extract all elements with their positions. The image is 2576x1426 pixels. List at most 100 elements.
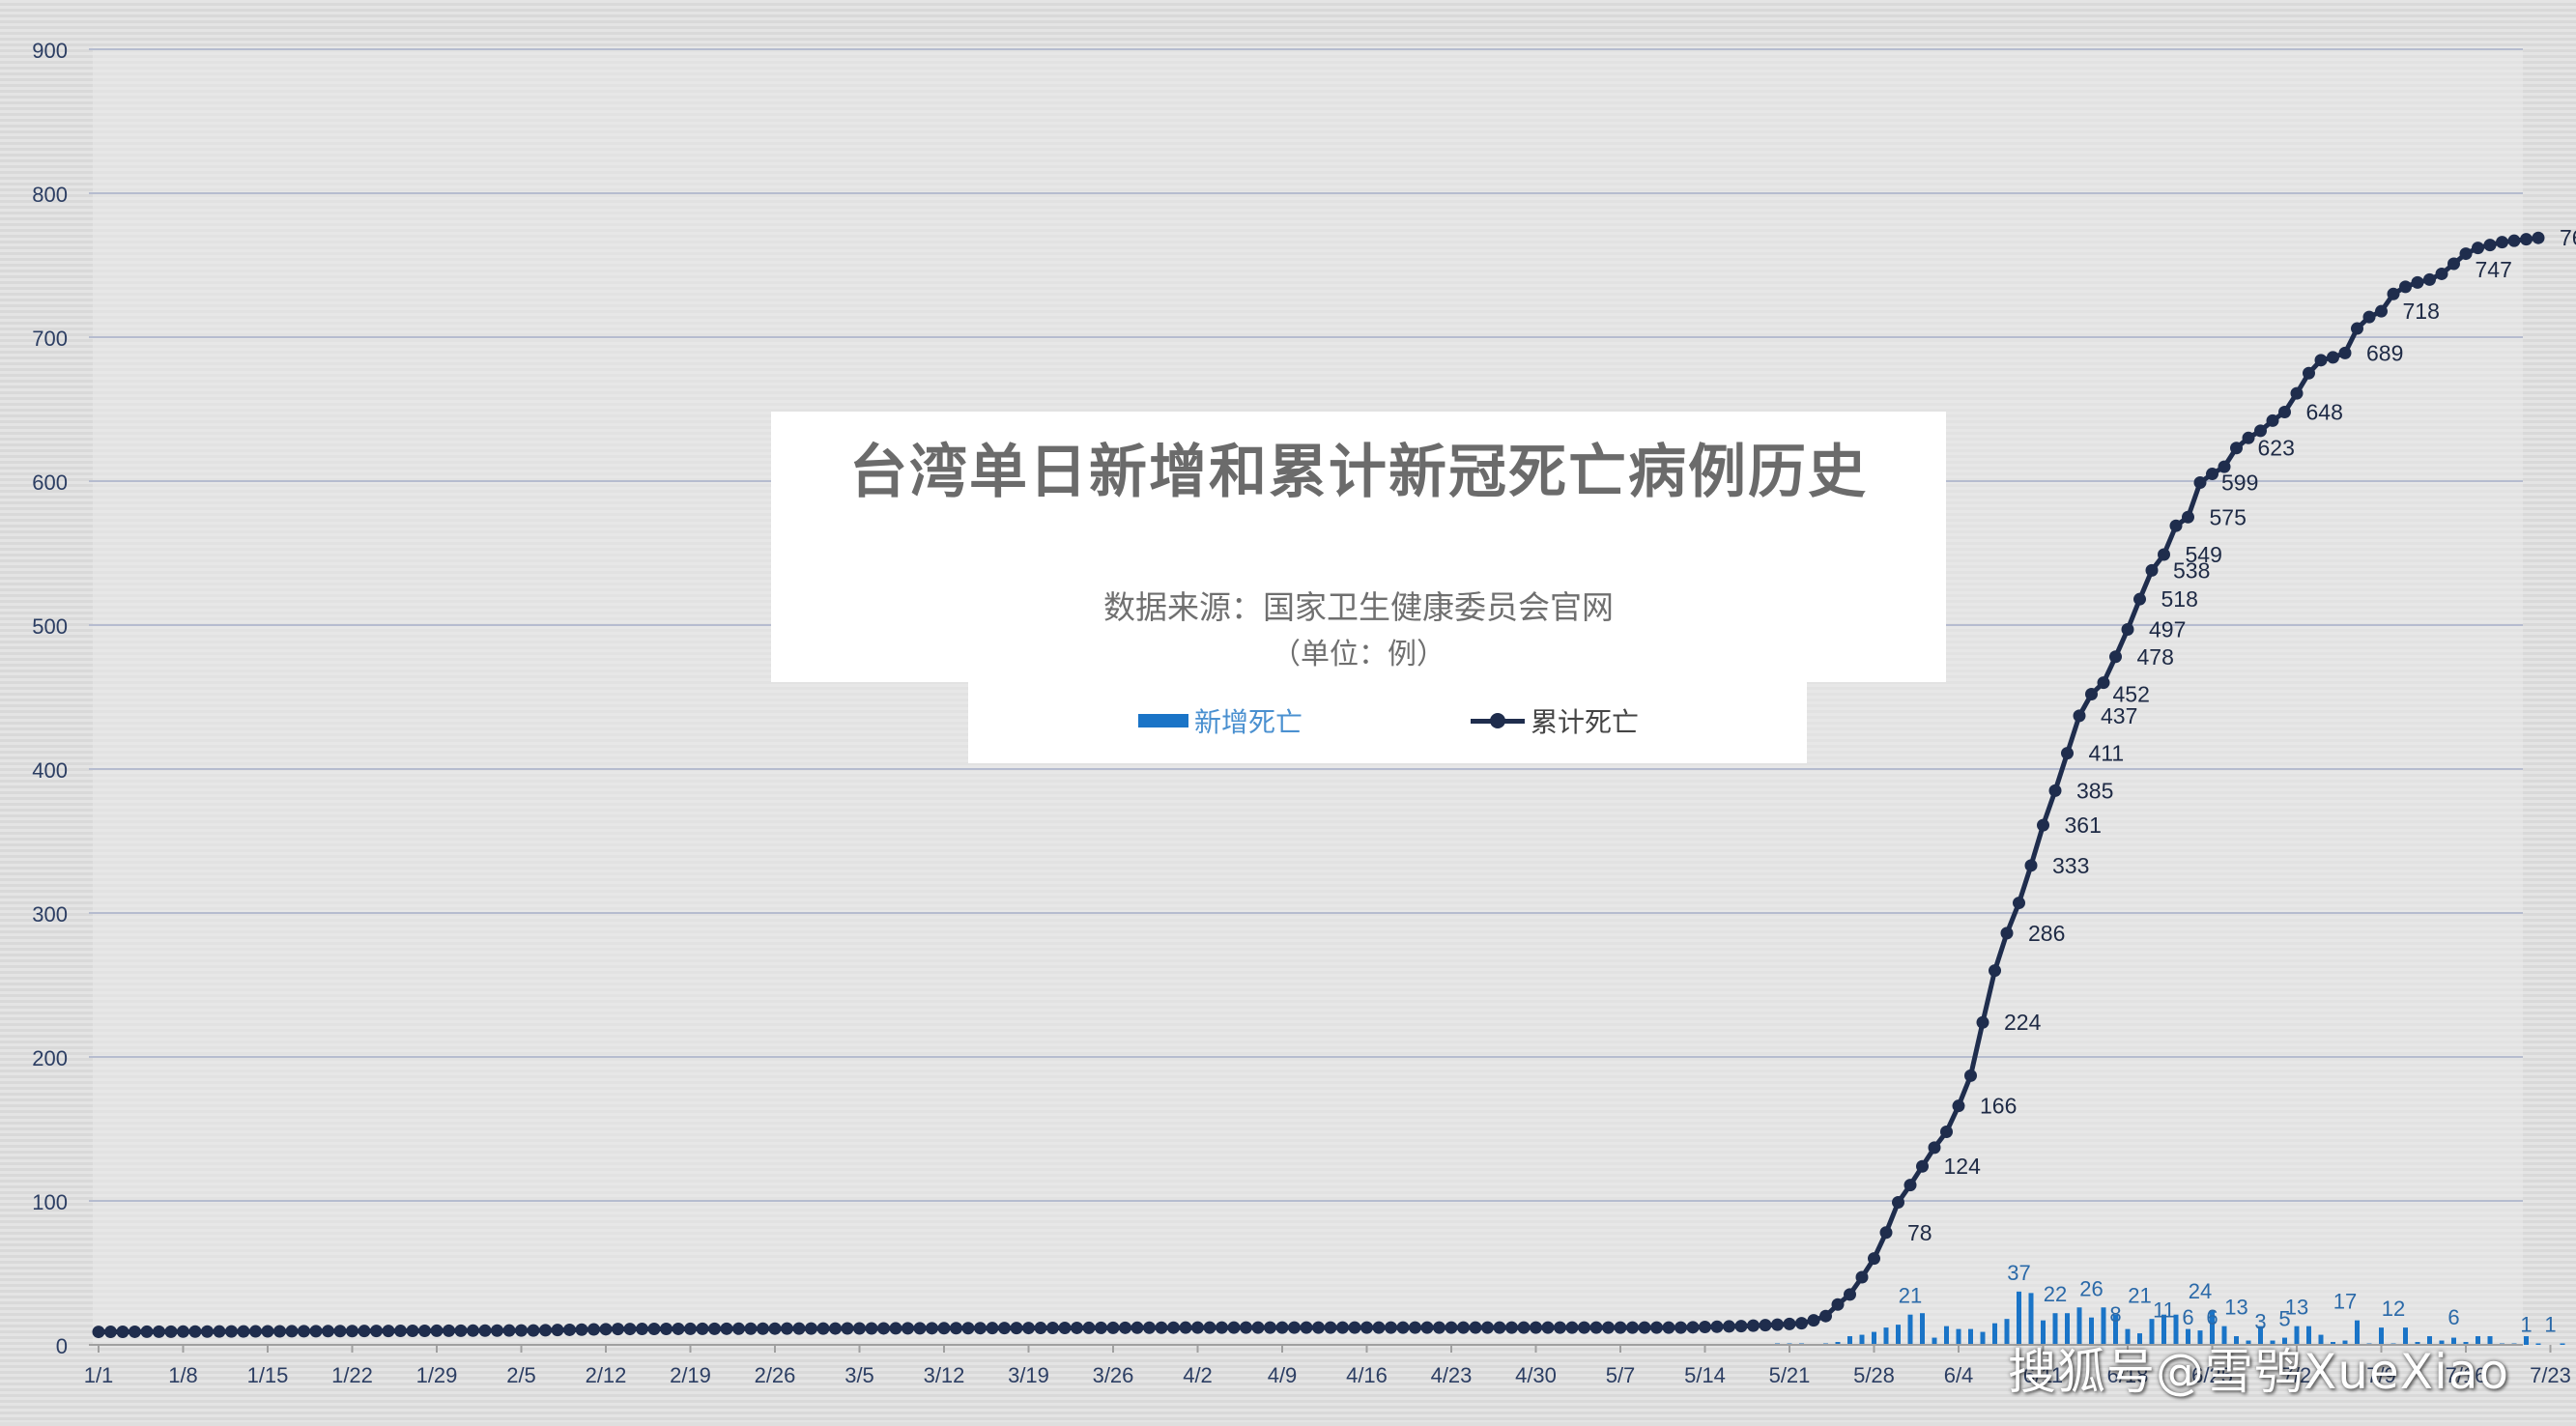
bar-data-label: 3: [2254, 1310, 2266, 1334]
line-point: [2472, 242, 2484, 255]
line-point: [792, 1322, 806, 1335]
line-point: [1602, 1321, 1615, 1334]
line-point: [708, 1322, 721, 1335]
line-point: [1131, 1321, 1144, 1334]
line-data-label: 747: [2476, 257, 2512, 282]
bar-data-label: 8: [2109, 1302, 2121, 1326]
line-point: [515, 1324, 528, 1337]
line-point: [1638, 1321, 1651, 1334]
line-point: [164, 1325, 178, 1338]
line-point: [720, 1322, 733, 1335]
line-point: [1119, 1321, 1131, 1334]
line-point: [1336, 1321, 1349, 1334]
bar-data-label: 21: [1899, 1284, 1922, 1308]
line-point: [1191, 1321, 1204, 1334]
line-point: [2145, 563, 2159, 577]
line-data-label: 361: [2065, 813, 2102, 838]
line-point: [1324, 1321, 1337, 1334]
bar: [2524, 1336, 2529, 1345]
line-point: [1396, 1321, 1410, 1334]
bar: [1847, 1336, 1852, 1345]
line-point: [563, 1323, 576, 1336]
line-point: [454, 1324, 468, 1337]
line-point: [394, 1325, 407, 1338]
line-point: [1662, 1321, 1675, 1334]
line-point: [877, 1322, 890, 1335]
line-point: [153, 1325, 165, 1338]
line-point: [1831, 1298, 1845, 1311]
line-point: [1034, 1322, 1047, 1335]
x-tick-label: 6/4: [1944, 1363, 1974, 1387]
line-point: [1976, 1015, 1989, 1029]
x-tick-label: 5/28: [1853, 1363, 1895, 1387]
line-point: [744, 1322, 758, 1335]
line-point: [1457, 1321, 1470, 1334]
line-point: [1409, 1321, 1421, 1334]
y-tick-label: 500: [32, 614, 68, 639]
line-point: [1058, 1321, 1072, 1334]
bar: [1980, 1331, 1986, 1345]
line-point: [1759, 1319, 1772, 1332]
line-point: [2193, 475, 2207, 489]
line-point: [1275, 1321, 1289, 1334]
line-point: [1469, 1321, 1482, 1334]
line-point: [2375, 304, 2388, 318]
x-tick-label: 3/12: [924, 1363, 965, 1387]
line-point: [1288, 1321, 1301, 1334]
line-point: [1892, 1195, 1904, 1209]
line-point: [1868, 1252, 1880, 1266]
line-point: [2435, 267, 2448, 280]
line-point: [2061, 747, 2074, 760]
bar: [1920, 1313, 1925, 1345]
line-point: [2483, 239, 2497, 252]
legend: 新增死亡 累计死亡: [968, 682, 1807, 763]
line-point: [1795, 1317, 1808, 1330]
line-point: [1964, 1069, 1977, 1082]
line-point: [1071, 1321, 1083, 1334]
legend-label-new-deaths: 新增死亡: [1194, 706, 1303, 738]
x-tick-label: 1/8: [168, 1363, 198, 1387]
title-box: 台湾单日新增和累计新冠死亡病例历史 数据来源：国家卫生健康委员会官网 （单位：例…: [771, 412, 1946, 682]
line-point: [781, 1322, 793, 1335]
line-point: [478, 1324, 492, 1337]
x-tick-label: 1/22: [331, 1363, 373, 1387]
bar-data-label: 6: [2447, 1305, 2459, 1329]
line-point: [1578, 1321, 1590, 1334]
line-point: [1481, 1321, 1494, 1334]
line-point: [2387, 287, 2400, 300]
line-point: [237, 1325, 250, 1338]
line-point: [2109, 650, 2122, 664]
line-point: [502, 1324, 516, 1337]
line-data-label: 437: [2101, 703, 2137, 728]
x-tick-label: 1/15: [247, 1363, 289, 1387]
line-point: [865, 1322, 878, 1335]
line-point: [1723, 1320, 1735, 1333]
line-point: [1614, 1321, 1627, 1334]
line-point: [1493, 1321, 1506, 1334]
line-point: [1179, 1321, 1192, 1334]
line-point: [1046, 1322, 1059, 1335]
line-data-label: 623: [2258, 436, 2295, 461]
line-point: [2459, 247, 2473, 261]
x-tick-label: 4/9: [1268, 1363, 1298, 1387]
line-point: [527, 1324, 540, 1337]
line-point: [201, 1325, 214, 1338]
line-point: [2520, 233, 2533, 246]
line-point: [1589, 1321, 1603, 1334]
line-point: [913, 1322, 927, 1335]
line-point: [1155, 1321, 1168, 1334]
bar-data-label: 21: [2128, 1284, 2151, 1308]
line-point: [2447, 257, 2460, 271]
line-point: [2097, 676, 2110, 690]
line-data-label: 599: [2221, 470, 2258, 495]
line-point: [467, 1324, 479, 1337]
line-point: [1940, 1125, 1953, 1138]
line-point: [805, 1322, 817, 1335]
line-point: [2507, 234, 2521, 247]
line-data-label: 575: [2210, 504, 2247, 529]
bar: [1968, 1328, 1973, 1345]
line-data-label: 549: [2186, 542, 2222, 567]
line-point: [285, 1325, 299, 1338]
line-point: [261, 1325, 274, 1338]
line-data-label: 385: [2076, 778, 2113, 803]
